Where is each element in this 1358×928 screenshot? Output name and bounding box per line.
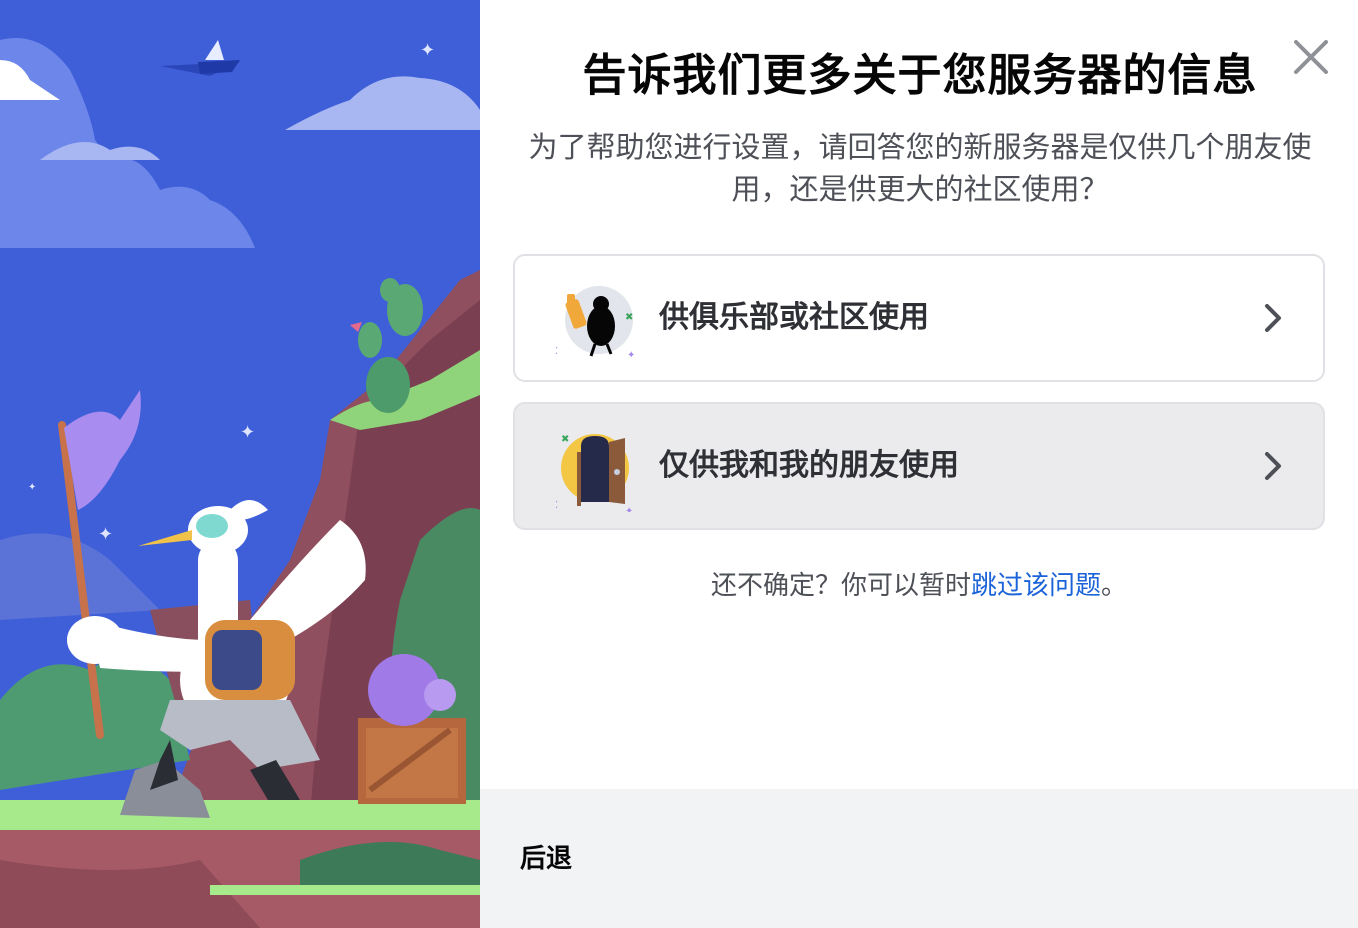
chevron-right-icon xyxy=(1261,450,1285,482)
svg-text:✦: ✦ xyxy=(627,350,635,361)
svg-text:✦: ✦ xyxy=(625,506,633,512)
option-club-community[interactable]: ✖ ✦ ⁚ 供俱乐部或社区使用 xyxy=(513,254,1325,382)
modal-panel: 告诉我们更多关于您服务器的信息 为了帮助您进行设置，请回答您的新服务器是仅供几个… xyxy=(480,0,1358,928)
illustration-panel: ✦ ✦ ✦ ✦ xyxy=(0,0,480,928)
svg-text:⁚: ⁚ xyxy=(555,500,558,511)
svg-text:✦: ✦ xyxy=(240,422,255,443)
option-friends[interactable]: ✖ ✦ ⁚ 仅供我和我的朋友使用 xyxy=(513,402,1325,530)
modal-footer: 后退 xyxy=(480,789,1358,928)
skip-hint-prefix: 还不确定？你可以暂时 xyxy=(710,571,971,601)
friends-door-icon: ✖ ✦ ⁚ xyxy=(555,422,641,517)
skip-hint-suffix: 。 xyxy=(1101,571,1128,601)
option-label: 供俱乐部或社区使用 xyxy=(659,300,929,335)
modal-subtitle: 为了帮助您进行设置，请回答您的新服务器是仅供几个朋友使用，还是供更大的社区使用？ xyxy=(528,130,1312,206)
back-button[interactable]: 后退 xyxy=(520,829,572,889)
svg-text:✖: ✖ xyxy=(561,434,569,445)
skip-question-link[interactable]: 跳过该问题 xyxy=(971,571,1101,601)
svg-text:✦: ✦ xyxy=(420,40,435,61)
option-label: 仅供我和我的朋友使用 xyxy=(659,448,959,483)
skip-hint: 还不确定？你可以暂时跳过该问题。 xyxy=(480,566,1358,606)
svg-text:✖: ✖ xyxy=(625,312,633,323)
svg-text:⁚: ⁚ xyxy=(555,346,558,357)
svg-text:✦: ✦ xyxy=(98,524,113,545)
chevron-right-icon xyxy=(1261,302,1285,334)
club-community-icon: ✖ ✦ ⁚ xyxy=(555,274,641,364)
modal-title: 告诉我们更多关于您服务器的信息 xyxy=(582,50,1258,101)
svg-text:✦: ✦ xyxy=(28,482,36,493)
crane-adventure-illustration: ✦ ✦ ✦ ✦ xyxy=(0,0,480,928)
